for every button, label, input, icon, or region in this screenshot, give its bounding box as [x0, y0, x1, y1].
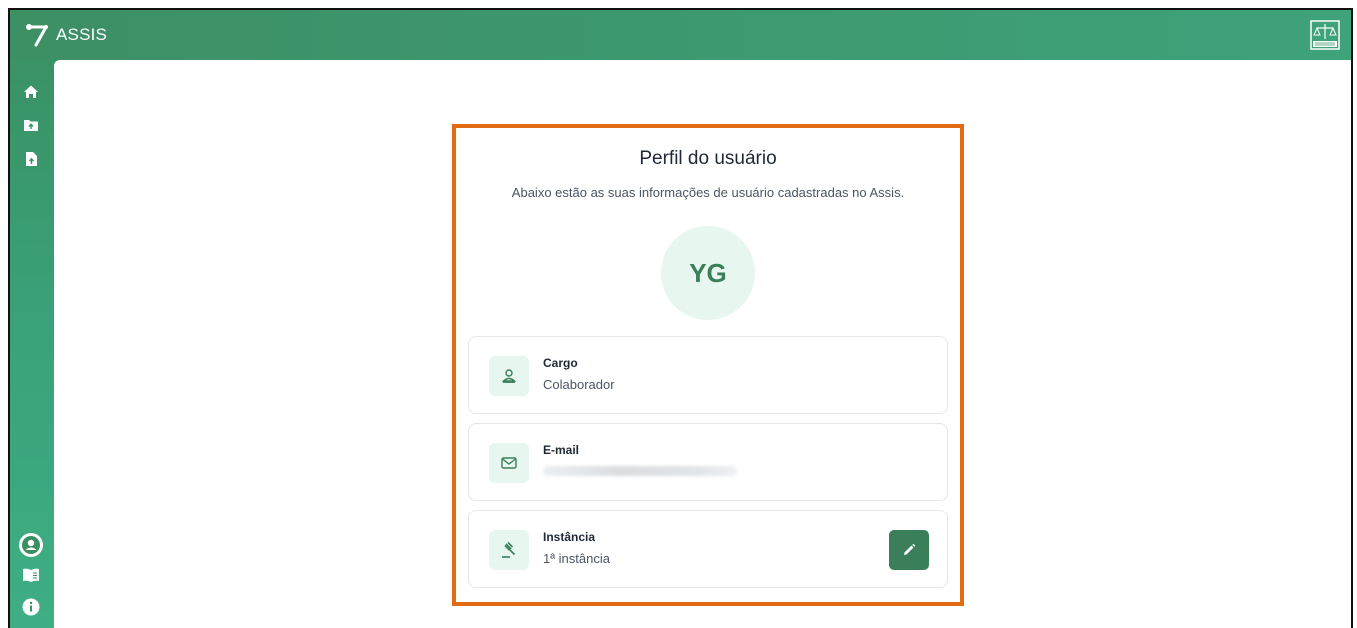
- folder-upload-icon[interactable]: [20, 114, 42, 136]
- assis-logo-icon: [24, 21, 52, 49]
- pencil-icon: [904, 543, 916, 555]
- profile-card: Perfil do usuário Abaixo estão as suas i…: [456, 128, 960, 602]
- redacted-email-value: [543, 466, 737, 476]
- page-title: Perfil do usuário: [639, 148, 777, 169]
- tjrj-logo-icon: [1309, 19, 1341, 51]
- field-value: Colaborador: [543, 377, 615, 392]
- home-icon[interactable]: [20, 81, 42, 103]
- user-circle-icon[interactable]: [16, 530, 46, 560]
- gavel-icon: [489, 530, 529, 570]
- field-label: Cargo: [543, 356, 578, 370]
- person-icon: [489, 356, 529, 396]
- sidebar: [10, 60, 54, 628]
- field-instancia: Instância 1ª instância: [468, 510, 948, 588]
- mail-icon: [489, 443, 529, 483]
- avatar: YG: [661, 226, 755, 320]
- highlight-frame: Perfil do usuário Abaixo estão as suas i…: [452, 124, 964, 606]
- page-subtitle: Abaixo estão as suas informações de usuá…: [511, 185, 905, 200]
- book-icon[interactable]: [20, 564, 42, 586]
- edit-instancia-button[interactable]: [889, 530, 929, 570]
- field-label: Instância: [543, 530, 596, 544]
- app-window: ASSIS Perfil do usuário Abaixo estão as …: [8, 8, 1353, 628]
- file-upload-icon[interactable]: [20, 148, 42, 170]
- field-email: E-mail: [468, 423, 948, 501]
- field-label: E-mail: [543, 443, 580, 457]
- app-logo[interactable]: ASSIS: [24, 21, 107, 49]
- field-value: 1ª instância: [543, 551, 610, 566]
- app-name: ASSIS: [56, 25, 108, 44]
- main-content: Perfil do usuário Abaixo estão as suas i…: [54, 60, 1351, 628]
- top-bar: ASSIS: [10, 10, 1351, 60]
- info-icon[interactable]: [20, 596, 42, 618]
- field-cargo: Cargo Colaborador: [468, 336, 948, 414]
